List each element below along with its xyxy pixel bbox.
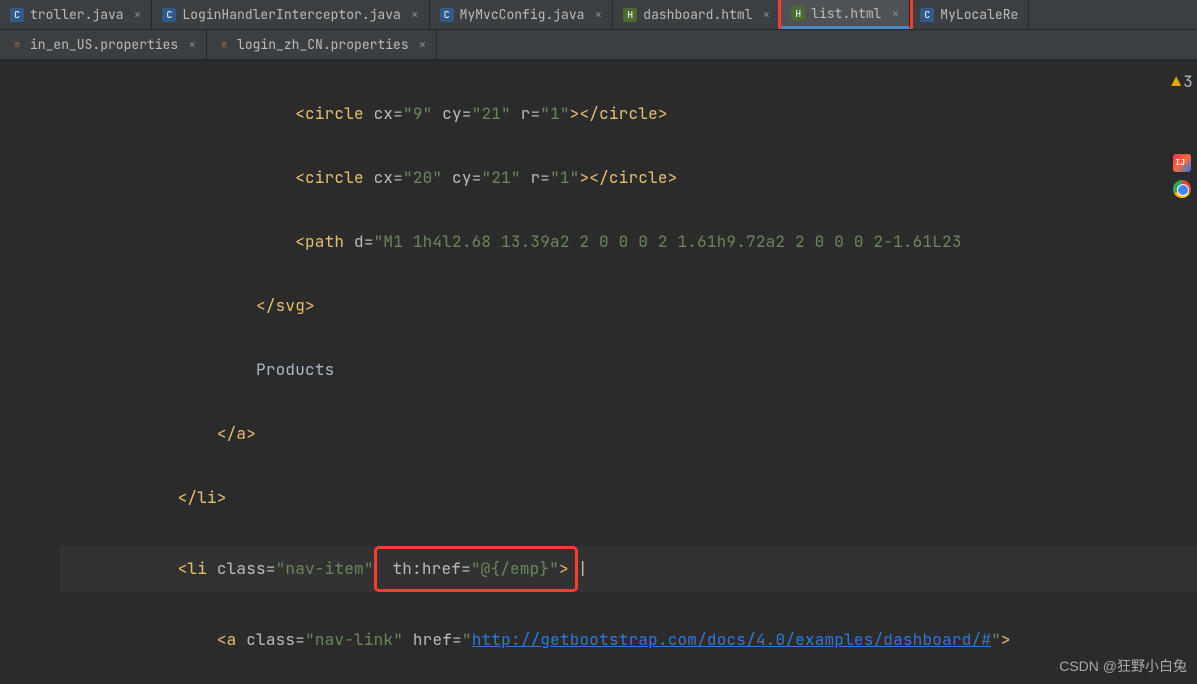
tab-bar-row2: ≡ in_en_US.properties × ≡ login_zh_CN.pr… <box>0 30 1197 60</box>
tab-label: login_zh_CN.properties <box>237 36 409 53</box>
tab-label: LoginHandlerInterceptor.java <box>182 6 400 23</box>
close-icon[interactable]: × <box>411 6 419 23</box>
java-icon: C <box>920 8 934 22</box>
close-icon[interactable]: × <box>891 5 899 22</box>
close-icon[interactable]: × <box>134 6 142 23</box>
tab-label: MyLocaleRe <box>940 6 1018 23</box>
tab-dashboard-html[interactable]: H dashboard.html × <box>613 0 781 29</box>
close-icon[interactable]: × <box>419 36 427 53</box>
properties-icon: ≡ <box>10 38 24 52</box>
text-products: Products <box>256 359 334 380</box>
warning-count: 3 <box>1183 66 1193 98</box>
tab-in-en-us-properties[interactable]: ≡ in_en_US.properties × <box>0 30 207 59</box>
tab-loginhandlerinterceptor-java[interactable]: C LoginHandlerInterceptor.java × <box>152 0 429 29</box>
tab-bar-row1: C troller.java × C LoginHandlerIntercept… <box>0 0 1197 30</box>
tab-label: MyMvcConfig.java <box>460 6 585 23</box>
properties-icon: ≡ <box>217 38 231 52</box>
close-icon[interactable]: × <box>594 6 602 23</box>
html-icon: H <box>623 8 637 22</box>
code-editor[interactable]: ▲ 3 <circle cx="9" cy="21" r="1"></circl… <box>0 60 1197 684</box>
tab-troller-java[interactable]: C troller.java × <box>0 0 152 29</box>
highlight-box-code: th:href="@{/emp}"> <box>374 546 578 592</box>
tab-label: in_en_US.properties <box>30 36 178 53</box>
java-icon: C <box>10 8 24 22</box>
tab-mylocalere-java[interactable]: C MyLocaleRe <box>910 0 1029 29</box>
chrome-icon[interactable] <box>1173 180 1191 198</box>
close-icon[interactable]: × <box>762 6 770 23</box>
intellij-icon[interactable] <box>1173 154 1191 172</box>
watermark: CSDN @狂野小白兔 <box>1059 656 1187 676</box>
tab-list-html[interactable]: H list.html × <box>781 0 910 29</box>
highlight-box-tab: H list.html × <box>778 0 913 30</box>
code-content[interactable]: <circle cx="9" cy="21" r="1"></circle> <… <box>0 66 1197 684</box>
tab-label: list.html <box>811 5 881 22</box>
tab-label: dashboard.html <box>643 6 752 23</box>
close-icon[interactable]: × <box>188 36 196 53</box>
tab-login-zh-cn-properties[interactable]: ≡ login_zh_CN.properties × <box>207 30 437 59</box>
warning-icon[interactable]: ▲ <box>1171 66 1181 98</box>
tab-label: troller.java <box>30 6 124 23</box>
link-url[interactable]: http://getbootstrap.com/docs/4.0/example… <box>472 629 991 650</box>
java-icon: C <box>440 8 454 22</box>
html-icon: H <box>791 6 805 20</box>
java-icon: C <box>162 8 176 22</box>
right-gutter-icons: ▲ 3 <box>1171 66 1193 198</box>
tab-mymvcconfig-java[interactable]: C MyMvcConfig.java × <box>430 0 614 29</box>
